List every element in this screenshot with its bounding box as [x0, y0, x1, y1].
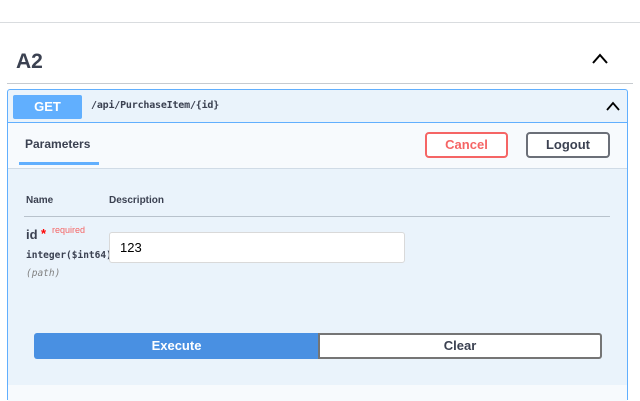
cancel-button[interactable]: Cancel	[425, 132, 508, 158]
table-divider	[24, 216, 610, 217]
section-header[interactable]: A2	[7, 38, 633, 84]
endpoint-path: /api/PurchaseItem/{id}	[91, 100, 220, 111]
parameters-bar: Parameters Cancel Logout	[8, 123, 627, 169]
execute-wrapper: Execute Clear	[34, 333, 602, 359]
tab-parameters-label: Parameters	[25, 137, 91, 151]
column-header-description: Description	[109, 195, 165, 206]
clear-button[interactable]: Clear	[318, 333, 602, 359]
chevron-up-icon[interactable]	[591, 52, 609, 66]
chevron-up-icon[interactable]	[605, 100, 621, 112]
param-location: (path)	[26, 268, 61, 279]
section-title: A2	[16, 50, 43, 73]
required-label: required	[52, 225, 86, 235]
tab-parameters[interactable]: Parameters	[19, 123, 99, 165]
operation-summary[interactable]: GET /api/PurchaseItem/{id}	[8, 90, 627, 123]
responses-strip	[8, 385, 627, 401]
required-star: *	[41, 226, 47, 241]
column-header-name: Name	[26, 195, 54, 206]
method-badge: GET	[13, 95, 82, 119]
logout-button[interactable]: Logout	[526, 132, 610, 158]
param-type: integer($int64)	[26, 250, 112, 261]
top-bar	[0, 0, 640, 23]
execute-button[interactable]: Execute	[34, 333, 319, 359]
operation-block: GET /api/PurchaseItem/{id} Parameters Ca…	[7, 89, 628, 401]
param-name: id	[26, 227, 38, 242]
id-input[interactable]	[109, 232, 405, 263]
